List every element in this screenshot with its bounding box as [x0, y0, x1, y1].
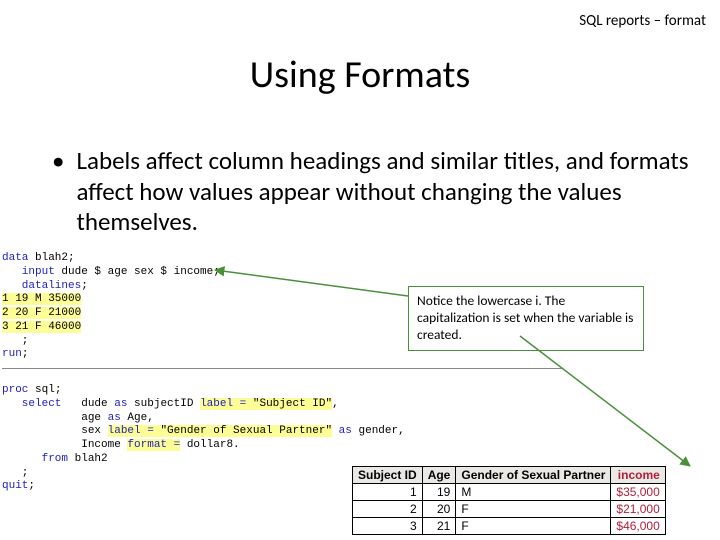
code-text: dollar8. [180, 439, 239, 451]
code-text: sql [35, 384, 55, 396]
table-cell: 3 [353, 518, 423, 535]
callout-note: Notice the lowercase i. The capitalizati… [408, 286, 644, 351]
table-header-income: income [611, 467, 665, 484]
table-row: 1 19 M $35,000 [353, 484, 666, 501]
arrow-to-input [215, 270, 408, 296]
table-row: 2 20 F $21,000 [353, 501, 666, 518]
arrow-to-income [520, 336, 690, 466]
code-block-sql: proc sql; select dude as subjectID label… [2, 384, 405, 494]
code-kw-highlight: label = [200, 398, 253, 410]
code-kw: from [2, 453, 68, 465]
code-text: subjectID [127, 398, 200, 410]
table-cell: 20 [422, 501, 456, 518]
code-text: sex [2, 425, 108, 437]
code-text: age [2, 412, 108, 424]
breadcrumb-path: SQL reports – format [579, 12, 706, 30]
code-text: Income [2, 439, 127, 451]
table-header-row: Subject ID Age Gender of Sexual Partner … [353, 467, 666, 484]
code-kw-highlight: format = [127, 439, 180, 451]
table-cell: M [456, 484, 611, 501]
code-text: ; [2, 335, 220, 349]
code-block: data blah2; input dude $ age sex $ incom… [2, 252, 220, 362]
table-cell: 2 [353, 501, 423, 518]
table-row: 3 21 F $46,000 [353, 518, 666, 535]
code-text: ; [28, 480, 35, 492]
table-cell-income: $35,000 [611, 484, 665, 501]
code-kw: input [2, 266, 55, 278]
code-kw: proc [2, 384, 35, 396]
code-text: Age, [121, 412, 154, 424]
callout-text: Notice the lowercase i. The capitalizati… [417, 292, 633, 343]
divider [2, 368, 562, 369]
code-text: ; [2, 467, 405, 481]
code-kw: select [2, 398, 61, 410]
code-kw: as [332, 425, 352, 437]
code-data-row: 1 19 M 35000 [2, 293, 81, 305]
code-text-highlight: "Subject ID" [253, 398, 332, 410]
table-header: Age [422, 467, 456, 484]
code-data-row: 3 21 F 46000 [2, 321, 81, 333]
code-kw: as [108, 412, 121, 424]
table-header: Gender of Sexual Partner [456, 467, 611, 484]
page-title: Using Formats [0, 52, 720, 98]
code-kw: run [2, 348, 22, 360]
code-data-row: 2 20 F 21000 [2, 307, 81, 319]
code-text: blah2 [68, 453, 108, 465]
result-table: Subject ID Age Gender of Sexual Partner … [352, 466, 666, 535]
code-text: dude $ age sex $ income; [55, 266, 220, 278]
code-kw: as [114, 398, 127, 410]
code-text: ; [81, 280, 88, 292]
table-cell-income: $46,000 [611, 518, 665, 535]
code-text-highlight: "Gender of Sexual Partner" [160, 425, 332, 437]
bullet-text: Labels affect column headings and simila… [76, 146, 690, 238]
code-text: gender, [352, 425, 405, 437]
table-cell: 19 [422, 484, 456, 501]
code-text: blah2; [28, 252, 74, 264]
table-header: Subject ID [353, 467, 423, 484]
table-cell-income: $21,000 [611, 501, 665, 518]
code-kw: quit [2, 480, 28, 492]
code-kw-highlight: label = [108, 425, 161, 437]
code-kw: data [2, 252, 28, 264]
bullet-item: • Labels affect column headings and simi… [52, 146, 690, 238]
table-cell: F [456, 501, 611, 518]
code-kw: datalines [2, 280, 81, 292]
code-text: ; [22, 348, 29, 360]
code-text: , [332, 398, 339, 410]
table-cell: 1 [353, 484, 423, 501]
table-cell: F [456, 518, 611, 535]
code-text: ; [55, 384, 62, 396]
bullet-marker: • [52, 146, 64, 238]
code-text: dude [61, 398, 114, 410]
table-cell: 21 [422, 518, 456, 535]
